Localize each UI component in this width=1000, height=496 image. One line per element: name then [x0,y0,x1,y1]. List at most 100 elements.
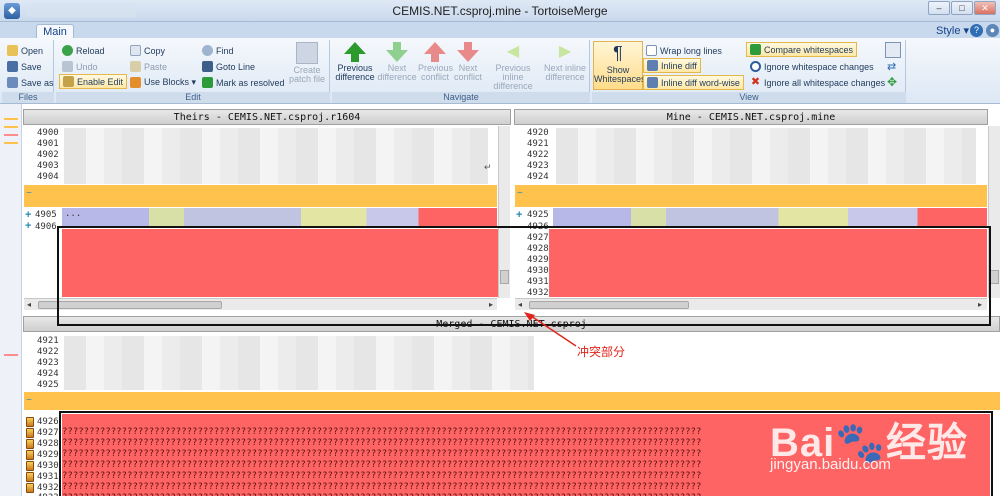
conflict-icon[interactable] [26,428,34,438]
ignore-all-whitespace-option[interactable]: ✖ Ignore all whitespace changes [750,75,885,90]
wrap-icon [646,45,657,56]
style-menu[interactable]: Style ▾ [936,24,969,37]
location-bar[interactable] [0,104,22,496]
line-number: 4900 [37,128,59,138]
reload-icon [62,45,73,56]
arrow-up-red-icon [423,42,447,62]
save-as-button[interactable]: Save as [7,75,54,90]
next-conflict-button[interactable]: Next conflict [453,42,483,82]
goto-line-label: Goto Line [216,61,256,72]
inline-diff-wordwise-toggle[interactable]: Inline diff word-wise [643,75,744,90]
find-button[interactable]: Find [202,43,234,58]
paste-icon [130,61,141,72]
arrow-down-green-icon [385,42,409,62]
line-number: 4928 [37,439,59,449]
line-number: 4921 [37,336,59,346]
next-difference-button[interactable]: Next difference [377,42,417,82]
floppy-icon [7,77,18,88]
collapse-icon[interactable]: ✥ [887,75,897,89]
line-number: 4905 [35,210,57,220]
conflict-icon[interactable] [26,417,34,427]
ignore-ws-label: Ignore whitespace changes [764,61,874,72]
line-number: 4923 [37,358,59,368]
maximize-button[interactable]: □ [951,1,973,15]
create-patch-button[interactable]: Create patch file [287,42,327,84]
inline-word-label: Inline diff word-wise [661,77,740,88]
changed-lines-band [62,208,497,228]
tab-main[interactable]: Main [36,24,74,39]
line-number: 4920 [527,128,549,138]
line-number: 4930 [37,461,59,471]
save-label: Save [21,61,42,72]
return-glyph: ↵ [484,162,492,172]
mine-pane-title: Mine - CEMIS.NET.csproj.mine [514,109,988,125]
ignore-whitespace-changes-option[interactable]: Ignore whitespace changes [750,59,874,74]
next-diff-label-2: difference [377,72,417,82]
paste-label: Paste [144,61,168,72]
use-blocks-label: Use Blocks ▾ [144,77,197,87]
annotation-label: 冲突部分 [577,345,626,359]
navigate-group-label: Navigate [332,92,590,103]
close-button[interactable]: ✕ [974,1,996,15]
copy-button[interactable]: Copy [130,43,165,58]
theirs-pane-title: Theirs - CEMIS.NET.csproj.r1604 [23,109,511,125]
save-as-label: Save as [21,77,54,88]
open-button[interactable]: Open [7,43,43,58]
edit-group-label: Edit [56,92,330,103]
line-number: 4925 [527,210,549,220]
mark-resolved-button[interactable]: Mark as resolved [202,75,285,90]
line-number: 4924 [527,172,549,182]
patch-icon [296,42,318,64]
scroll-left-icon[interactable]: ◂ [24,299,34,311]
previous-difference-button[interactable]: Previous difference [334,42,376,82]
use-blocks-menu[interactable]: Use Blocks ▾ [130,75,196,90]
line-number: 4925 [37,380,59,390]
find-label: Find [216,45,234,56]
next-conflict-label-2: conflict [453,72,482,82]
save-button[interactable]: Save [7,59,42,74]
conflict-icon[interactable] [26,461,34,471]
reload-button[interactable]: Reload [62,43,105,58]
undo-button[interactable]: Undo [62,59,98,74]
prev-inline-label-1: Previous inline [495,63,531,82]
prev-conflict-label-2: conflict [420,72,449,82]
line-number: 4923 [527,161,549,171]
inline-diff-icon [647,60,658,71]
conflict-icon[interactable] [26,483,34,493]
checkmark-icon [750,44,761,55]
next-inline-difference-button[interactable]: ▶ Next inline difference [543,42,587,82]
line-number: 4931 [37,472,59,482]
line-number: 4922 [37,347,59,357]
paste-button[interactable]: Paste [130,59,167,74]
changed-lines-band [553,208,987,228]
x-mark-icon: ✖ [750,76,761,88]
help-icon[interactable]: ? [970,24,983,37]
layout-icon[interactable] [885,42,901,58]
scroll-thumb[interactable] [990,270,999,284]
pencil-icon [63,76,74,87]
view-group-label: View [592,92,906,103]
enable-edit-button[interactable]: Enable Edit [59,74,128,89]
line-number: 4922 [527,150,549,160]
compare-whitespaces-option[interactable]: Compare whitespaces [746,42,858,57]
previous-conflict-button[interactable]: Previous conflict [418,42,453,82]
settings-icon[interactable]: ● [986,24,999,37]
radio-icon [750,61,761,72]
show-whitespaces-button[interactable]: ¶ Show Whitespaces [593,41,646,90]
goto-line-button[interactable]: Goto Line [202,59,255,74]
minus-marker-icon: − [26,188,32,199]
swap-icon[interactable]: ⇄ [887,60,896,73]
conflict-icon[interactable] [26,439,34,449]
minimize-button[interactable]: – [928,1,950,15]
minus-marker-icon: − [517,188,523,199]
location-marker [4,134,18,136]
previous-inline-difference-button[interactable]: ◀ Previous inline difference [484,42,542,91]
line-number: 4929 [37,450,59,460]
wrap-long-lines-toggle[interactable]: Wrap long lines [646,43,722,58]
blocks-icon [130,77,141,88]
conflict-icon[interactable] [26,472,34,482]
inline-diff-toggle[interactable]: Inline diff [643,58,701,73]
arrow-right-icon: ▶ [558,43,572,60]
conflict-icon[interactable] [26,450,34,460]
ignore-all-ws-label: Ignore all whitespace changes [764,77,886,88]
